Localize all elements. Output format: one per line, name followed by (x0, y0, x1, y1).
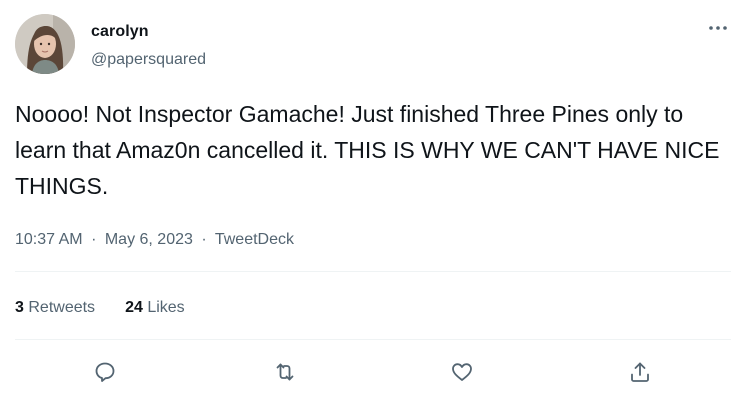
retweets-stat[interactable]: 3 Retweets (15, 298, 95, 318)
retweets-label: Retweets (28, 299, 96, 316)
retweet-icon[interactable] (267, 354, 303, 390)
tweet-time[interactable]: 10:37 AM (15, 231, 83, 248)
tweet-actions (0, 354, 746, 390)
tweet-date[interactable]: May 6, 2023 (105, 231, 193, 248)
like-icon[interactable] (444, 354, 480, 390)
retweets-count: 3 (15, 299, 24, 316)
tweet-text: Noooo! Not Inspector Gamache! Just finis… (15, 101, 720, 199)
tweet-meta: 10:37 AM · May 6, 2023 · TweetDeck (15, 230, 294, 250)
meta-separator: · (91, 231, 97, 248)
tweet-header: carolyn @papersquared (15, 14, 731, 76)
tweet-stats: 3 Retweets 24 Likes (15, 298, 185, 318)
divider (15, 339, 731, 340)
likes-label: Likes (147, 299, 185, 316)
share-icon[interactable] (622, 354, 658, 390)
reply-icon[interactable] (87, 354, 123, 390)
likes-stat[interactable]: 24 Likes (125, 298, 185, 318)
more-options-icon[interactable] (705, 18, 731, 38)
display-name[interactable]: carolyn (91, 22, 206, 42)
likes-count: 24 (125, 299, 143, 316)
avatar[interactable] (15, 14, 75, 74)
tweet-card: carolyn @papersquared Noooo! Not Inspect… (0, 0, 746, 416)
meta-separator: · (201, 231, 207, 248)
user-handle[interactable]: @papersquared (91, 50, 206, 70)
user-block: carolyn @papersquared (91, 22, 206, 70)
avatar-image (15, 14, 75, 74)
divider (15, 271, 731, 272)
tweet-source[interactable]: TweetDeck (215, 231, 294, 248)
